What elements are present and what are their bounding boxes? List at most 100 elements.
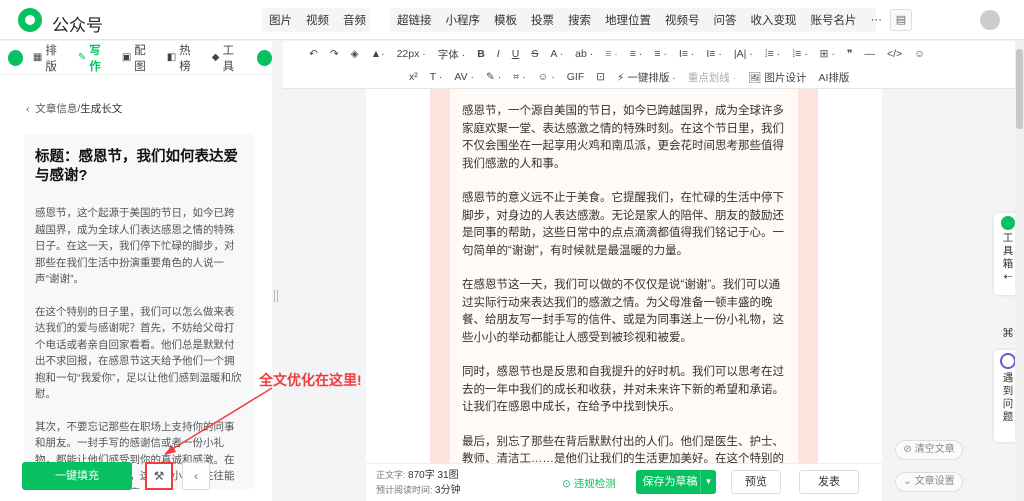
bold-icon[interactable]: B <box>477 48 485 60</box>
article-body[interactable]: 感恩节，一个源自美国的节日，如今已跨越国界，成为全球许多家庭欢聚一堂、表达感激之… <box>450 89 798 463</box>
clear-article-button[interactable]: ⊘ 清空文章 <box>895 440 963 460</box>
emoji-icon[interactable]: ☺ <box>914 48 925 60</box>
image-design-button[interactable]: 🖼 图片设计 <box>748 70 806 85</box>
avatar[interactable] <box>980 10 1000 30</box>
letter-spacing-icon[interactable]: |A| · <box>734 48 753 60</box>
optimize-full-text-button[interactable]: ⚒ <box>145 462 173 490</box>
breadcrumb-current: 生成长文 <box>80 103 123 115</box>
menu-video[interactable]: 视频 <box>299 12 336 28</box>
unordered-list-icon[interactable]: ⁞≡ · <box>792 48 807 60</box>
tab-hot-list[interactable]: ◧ 热榜 <box>167 42 200 74</box>
char-spacing-icon[interactable]: AV · <box>454 71 474 83</box>
menu-search[interactable]: 搜索 <box>561 12 598 28</box>
menu-template[interactable]: 模板 <box>487 12 524 28</box>
format-brush-icon[interactable]: ◈ <box>351 48 359 60</box>
trash-icon: ⊘ <box>903 444 915 455</box>
undo-icon[interactable]: ↶ <box>309 48 318 60</box>
menu-vote[interactable]: 投票 <box>524 12 561 28</box>
spacing-before-icon[interactable]: I≡ · <box>679 48 694 60</box>
tab-writing[interactable]: ✎ 写作 <box>78 42 110 74</box>
tab-tools[interactable]: ◆ 工具 <box>212 42 243 74</box>
underline-icon[interactable]: U <box>512 48 520 60</box>
font-size-select[interactable]: 22px · <box>397 48 426 60</box>
sidebar-tabs: ▦ 排版 ✎ 写作 ▣ 配图 ◧ 热榜 ◆ 工具 <box>0 41 272 75</box>
save-draft-button[interactable]: 保存为草稿 ▼ <box>636 470 716 494</box>
font-family-select[interactable]: 字体 · <box>438 47 465 62</box>
chevron-down-icon[interactable]: ▼ <box>700 470 716 494</box>
table-icon[interactable]: ⊞ · <box>820 48 835 60</box>
highlight-icon[interactable]: ab · <box>575 48 593 60</box>
menu-hyperlink[interactable]: 超链接 <box>390 12 439 28</box>
font-color-icon[interactable]: A · <box>550 48 563 60</box>
code-icon[interactable]: </> <box>887 48 902 60</box>
menu-more[interactable]: ··· <box>864 14 890 26</box>
panel-resize-handle[interactable] <box>274 290 278 302</box>
one-click-fill-button[interactable]: 一键填充 <box>22 462 132 490</box>
spacing-after-icon[interactable]: I≡ · <box>706 48 721 60</box>
gif-icon[interactable]: GIF <box>567 71 585 83</box>
reading-time: 3分钟 <box>435 485 461 496</box>
menu-monetize[interactable]: 收入变现 <box>744 12 804 28</box>
ordered-list-icon[interactable]: ⁞≡ · <box>765 48 780 60</box>
word-count: 870字 31图 <box>408 470 459 481</box>
top-bar: 公众号 图片 视频 音频 超链接 小程序 模板 投票 搜索 地理位置 视频号 问… <box>0 0 1024 40</box>
article-paper: 感恩节，一个源自美国的节日，如今已跨越国界，成为全球许多家庭欢聚一堂、表达感激之… <box>430 89 818 463</box>
menu-channels[interactable]: 视频号 <box>658 12 707 28</box>
superscript-icon[interactable]: x² <box>409 71 418 83</box>
clear-format-icon[interactable]: ▲· <box>371 48 385 60</box>
menu-miniprogram[interactable]: 小程序 <box>439 12 488 28</box>
assistant-logo-icon <box>8 49 23 66</box>
italic-icon[interactable]: I <box>497 48 500 60</box>
ai-layout-button[interactable]: AI排版 <box>818 70 849 85</box>
chevron-down-icon: ⌄ <box>903 476 915 487</box>
brand-name: 公众号 <box>52 16 103 35</box>
scrollbar-thumb[interactable] <box>1016 49 1023 129</box>
shield-icon: ⊙ <box>562 478 574 490</box>
pen-icon: ✎ <box>77 52 87 63</box>
generated-title: 标题：感恩节，我们如何表达爱与感谢? <box>35 149 238 184</box>
indent-icon[interactable]: ≡ · <box>630 48 643 60</box>
chevron-left-icon[interactable]: ‹ <box>26 103 30 115</box>
format-toolbar: ↶ ↷ ◈ ▲· 22px · 字体 · B I U S A · ab · ≡ … <box>283 41 1020 89</box>
sticker-icon[interactable]: ☺ · <box>538 71 555 83</box>
article-paragraph: 同时，感恩节也是反思和自我提升的好时机。我们可以思考在过去的一年中我们的成长和收… <box>462 366 784 413</box>
image-icon: ▣ <box>121 52 132 63</box>
wechat-logo[interactable] <box>18 8 42 32</box>
divider-icon[interactable]: — <box>865 48 876 60</box>
breadcrumb-parent[interactable]: 文章信息/ <box>35 103 80 115</box>
toggle-switch[interactable] <box>257 49 272 66</box>
article-settings-button[interactable]: ⌄ 文章设置 <box>895 472 963 492</box>
strikethrough-icon[interactable]: S <box>531 48 538 60</box>
menu-location[interactable]: 地理位置 <box>598 12 658 28</box>
document-icon[interactable]: ▤ <box>890 9 912 31</box>
toolbar-row-1: ↶ ↷ ◈ ▲· 22px · 字体 · B I U S A · ab · ≡ … <box>303 43 931 65</box>
annotation-arrow <box>164 387 273 455</box>
tab-layout[interactable]: ▦ 排版 <box>33 42 66 74</box>
one-click-layout-button[interactable]: ⚡ 一键排版 · <box>617 70 676 85</box>
menu-image[interactable]: 图片 <box>262 12 299 28</box>
publish-button[interactable]: 发表 <box>799 470 859 494</box>
layout-icon: ▦ <box>32 52 43 63</box>
article-stats: 正文字: 870字 31图 预计阅读时间: 3分钟 <box>376 470 461 496</box>
bottom-bar: 正文字: 870字 31图 预计阅读时间: 3分钟 ⊙ 违规检测 保存为草稿 ▼ … <box>366 463 882 501</box>
redo-icon[interactable]: ↷ <box>330 48 339 60</box>
grid-icon[interactable]: ⌗ · <box>513 71 525 84</box>
violation-check-button[interactable]: ⊙ 违规检测 <box>562 476 616 491</box>
menu-qa[interactable]: 问答 <box>707 12 744 28</box>
tab-illustration[interactable]: ▣ 配图 <box>122 42 155 74</box>
text-style-icon[interactable]: T · <box>430 71 443 83</box>
preview-button[interactable]: 预览 <box>731 470 781 494</box>
menu-audio[interactable]: 音频 <box>336 12 373 28</box>
collapse-button[interactable]: ‹ <box>182 462 210 490</box>
breadcrumb: ‹ 文章信息/生成长文 <box>26 101 122 116</box>
quote-icon[interactable]: ❞ <box>847 48 853 60</box>
line-height-icon[interactable]: ≡ · <box>654 48 667 60</box>
menu-account-card[interactable]: 账号名片 <box>804 12 864 28</box>
align-icon[interactable]: ≡ · <box>605 48 618 60</box>
editor-canvas[interactable]: 感恩节，一个源自美国的节日，如今已跨越国界，成为全球许多家庭欢聚一堂、表达感激之… <box>366 89 882 463</box>
page-scrollbar[interactable] <box>1015 41 1024 501</box>
brush-icon[interactable]: ✎ · <box>486 71 501 83</box>
key-underline-button[interactable]: 重点划线 · <box>688 70 736 85</box>
clip-icon[interactable]: ⊡ <box>596 71 605 83</box>
article-paragraph: 感恩节，一个源自美国的节日，如今已跨越国界，成为全球许多家庭欢聚一堂、表达感激之… <box>462 105 784 170</box>
